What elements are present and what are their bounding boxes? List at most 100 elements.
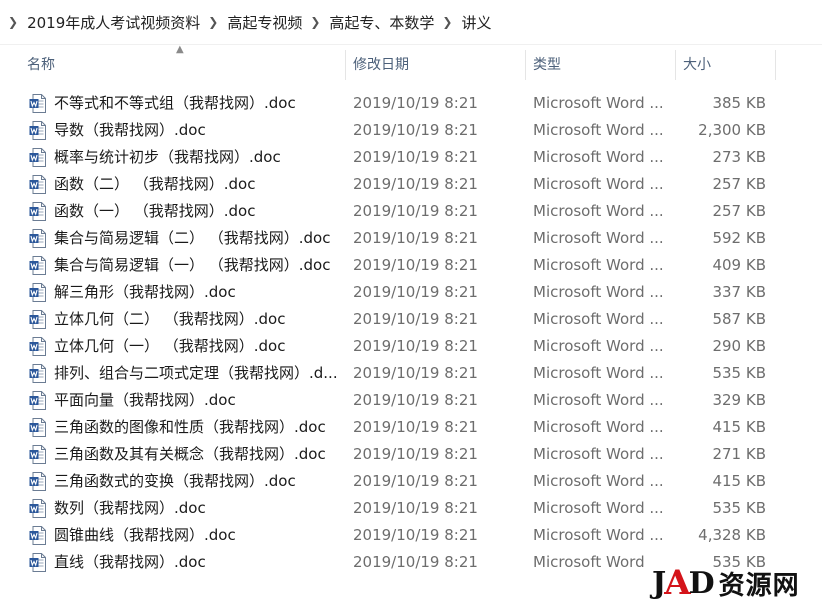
file-name: 导数（我帮找网）.doc	[54, 121, 206, 139]
column-header-row: ▲ 名称 修改日期 类型 大小	[0, 44, 822, 84]
file-type: Microsoft Word ...	[533, 499, 664, 517]
word-document-icon	[29, 472, 46, 491]
file-name: 集合与简易逻辑（二） （我帮找网）.doc	[54, 229, 331, 247]
file-size: 415 KB	[712, 418, 766, 436]
word-document-icon	[29, 364, 46, 383]
file-date: 2019/10/19 8:21	[353, 148, 478, 166]
file-type: Microsoft Word ...	[533, 472, 664, 490]
file-date: 2019/10/19 8:21	[353, 337, 478, 355]
file-row[interactable]: 三角函数的图像和性质（我帮找网）.doc 2019/10/19 8:21 Micro…	[0, 414, 822, 441]
file-row[interactable]: 概率与统计初步（我帮找网）.doc 2019/10/19 8:21 Microsof…	[0, 144, 822, 171]
chevron-right-icon[interactable]: ❯	[8, 15, 18, 29]
word-document-icon	[29, 526, 46, 545]
file-date: 2019/10/19 8:21	[353, 202, 478, 220]
file-name: 函数（一） （我帮找网）.doc	[54, 202, 256, 220]
file-name: 概率与统计初步（我帮找网）.doc	[54, 148, 281, 166]
file-date: 2019/10/19 8:21	[353, 364, 478, 382]
file-size: 271 KB	[712, 445, 766, 463]
file-date: 2019/10/19 8:21	[353, 121, 478, 139]
file-row[interactable]: 三角函数式的变换（我帮找网）.doc 2019/10/19 8:21 Microso…	[0, 468, 822, 495]
file-size: 535 KB	[712, 499, 766, 517]
file-type: Microsoft Word ...	[533, 148, 664, 166]
column-header-size[interactable]: 大小	[683, 46, 711, 84]
file-row[interactable]: 导数（我帮找网）.doc 2019/10/19 8:21 Microsoft Wor…	[0, 117, 822, 144]
word-document-icon	[29, 202, 46, 221]
file-row[interactable]: 集合与简易逻辑（一） （我帮找网）.doc 2019/10/19 8:21 Micr…	[0, 252, 822, 279]
chevron-right-icon[interactable]: ❯	[442, 15, 452, 29]
file-name: 集合与简易逻辑（一） （我帮找网）.doc	[54, 256, 331, 274]
file-date: 2019/10/19 8:21	[353, 256, 478, 274]
file-date: 2019/10/19 8:21	[353, 526, 478, 544]
column-header-date[interactable]: 修改日期	[353, 46, 409, 84]
column-divider[interactable]	[775, 50, 776, 80]
file-size: 337 KB	[712, 283, 766, 301]
file-row[interactable]: 不等式和不等式组（我帮找网）.doc 2019/10/19 8:21 Microso…	[0, 90, 822, 117]
breadcrumb-item[interactable]: 讲义	[461, 12, 491, 33]
column-divider[interactable]	[675, 50, 676, 80]
file-row[interactable]: 解三角形（我帮找网）.doc 2019/10/19 8:21 Microsoft W…	[0, 279, 822, 306]
file-type: Microsoft Word ...	[533, 256, 664, 274]
file-size: 409 KB	[712, 256, 766, 274]
column-divider[interactable]	[525, 50, 526, 80]
file-name: 圆锥曲线（我帮找网）.doc	[54, 526, 236, 544]
file-row[interactable]: 数列（我帮找网）.doc 2019/10/19 8:21 Microsoft Wor…	[0, 495, 822, 522]
file-row[interactable]: 函数（二） （我帮找网）.doc 2019/10/19 8:21 Microsoft…	[0, 171, 822, 198]
file-size: 290 KB	[712, 337, 766, 355]
file-type: Microsoft Word ...	[533, 391, 664, 409]
watermark-logo: JAD 资源网	[652, 560, 822, 606]
file-row[interactable]: 排列、组合与二项式定理（我帮找网）.d... 2019/10/19 8:21 Mic…	[0, 360, 822, 387]
file-name: 三角函数式的变换（我帮找网）.doc	[54, 472, 296, 490]
file-name: 平面向量（我帮找网）.doc	[54, 391, 236, 409]
file-row[interactable]: 立体几何（一） （我帮找网）.doc 2019/10/19 8:21 Microso…	[0, 333, 822, 360]
word-document-icon	[29, 391, 46, 410]
file-name: 数列（我帮找网）.doc	[54, 499, 206, 517]
column-divider[interactable]	[345, 50, 346, 80]
breadcrumb-item[interactable]: 高起专、本数学	[329, 12, 434, 33]
chevron-right-icon[interactable]: ❯	[208, 15, 218, 29]
file-date: 2019/10/19 8:21	[353, 283, 478, 301]
file-size: 415 KB	[712, 472, 766, 490]
column-header-name[interactable]: 名称	[27, 46, 55, 84]
word-document-icon	[29, 283, 46, 302]
file-type: Microsoft Word ...	[533, 445, 664, 463]
sort-ascending-icon: ▲	[176, 44, 184, 55]
file-date: 2019/10/19 8:21	[353, 553, 478, 571]
file-date: 2019/10/19 8:21	[353, 472, 478, 490]
file-size: 535 KB	[712, 364, 766, 382]
file-type: Microsoft Word ...	[533, 283, 664, 301]
file-name: 立体几何（二） （我帮找网）.doc	[54, 310, 286, 328]
file-name: 排列、组合与二项式定理（我帮找网）.d...	[54, 364, 338, 382]
word-document-icon	[29, 148, 46, 167]
file-name: 解三角形（我帮找网）.doc	[54, 283, 236, 301]
word-document-icon	[29, 175, 46, 194]
breadcrumb-item[interactable]: 2019年成人考试视频资料	[27, 12, 200, 33]
word-document-icon	[29, 445, 46, 464]
file-row[interactable]: 立体几何（二） （我帮找网）.doc 2019/10/19 8:21 Microso…	[0, 306, 822, 333]
file-row[interactable]: 三角函数及其有关概念（我帮找网）.doc 2019/10/19 8:21 Micro…	[0, 441, 822, 468]
file-type: Microsoft Word ...	[533, 121, 664, 139]
word-document-icon	[29, 121, 46, 140]
word-document-icon	[29, 337, 46, 356]
file-date: 2019/10/19 8:21	[353, 175, 478, 193]
breadcrumb: ❯ 2019年成人考试视频资料 ❯ 高起专视频 ❯ 高起专、本数学 ❯ 讲义	[0, 0, 822, 45]
column-header-type[interactable]: 类型	[533, 46, 561, 84]
file-row[interactable]: 集合与简易逻辑（二） （我帮找网）.doc 2019/10/19 8:21 Micr…	[0, 225, 822, 252]
file-size: 385 KB	[712, 94, 766, 112]
file-type: Microsoft Word ...	[533, 175, 664, 193]
file-row[interactable]: 函数（一） （我帮找网）.doc 2019/10/19 8:21 Microsoft…	[0, 198, 822, 225]
file-type: Microsoft Word ...	[533, 364, 664, 382]
file-date: 2019/10/19 8:21	[353, 229, 478, 247]
breadcrumb-item[interactable]: 高起专视频	[227, 12, 302, 33]
word-document-icon	[29, 229, 46, 248]
word-document-icon	[29, 94, 46, 113]
file-date: 2019/10/19 8:21	[353, 94, 478, 112]
file-size: 2,300 KB	[698, 121, 766, 139]
file-date: 2019/10/19 8:21	[353, 418, 478, 436]
file-size: 587 KB	[712, 310, 766, 328]
file-row[interactable]: 平面向量（我帮找网）.doc 2019/10/19 8:21 Microsoft W…	[0, 387, 822, 414]
file-type: Microsoft Word ...	[533, 526, 664, 544]
file-type: Microsoft Word ...	[533, 229, 664, 247]
file-name: 三角函数的图像和性质（我帮找网）.doc	[54, 418, 326, 436]
chevron-right-icon[interactable]: ❯	[310, 15, 320, 29]
file-date: 2019/10/19 8:21	[353, 445, 478, 463]
